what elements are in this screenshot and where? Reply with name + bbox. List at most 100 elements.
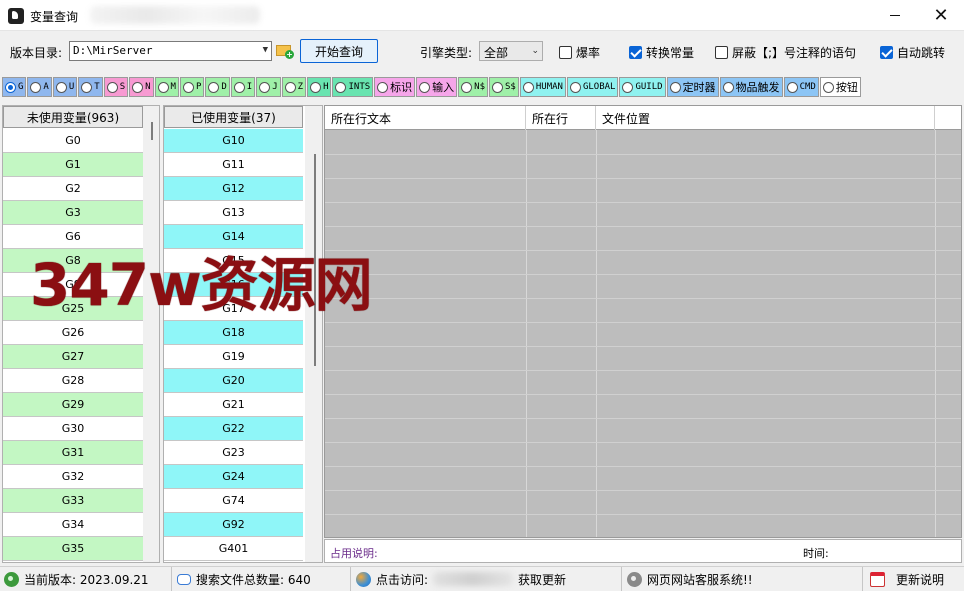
radio-indicator[interactable] [722,81,734,93]
list-item[interactable]: G1 [3,153,143,177]
engine-select[interactable]: 全部 ⌄ [479,41,543,61]
radio-ints[interactable]: INTS [332,77,374,97]
option-checkbox[interactable]: 自动跳转 [880,44,945,61]
close-button[interactable]: ✕ [918,0,964,31]
list-item[interactable]: G23 [164,441,303,465]
radio-indicator[interactable] [669,81,681,93]
visit-link[interactable]: 点击访问: 获取更新 [352,567,622,591]
list-item[interactable]: G74 [164,489,303,513]
radio-human[interactable]: HUMAN [519,77,566,97]
radio-indicator[interactable] [182,81,194,93]
radio-j[interactable]: J [256,77,281,97]
radio-option-14[interactable]: 标识 [374,77,416,97]
checkbox-checked-icon[interactable] [629,46,642,59]
radio-indicator[interactable] [55,81,67,93]
radio-u[interactable]: U [52,77,78,97]
radio-n[interactable]: N$ [458,77,489,97]
radio-indicator[interactable] [106,81,118,93]
radio-indicator[interactable] [622,81,634,93]
radio-indicator[interactable] [419,81,431,93]
option-checkbox[interactable]: 转换常量 [629,44,694,61]
option-checkbox[interactable]: 爆率 [559,44,600,61]
radio-option-22[interactable]: 物品触发 [719,77,783,97]
list-item[interactable]: G32 [3,465,143,489]
service-link[interactable]: 网页网站客服系统!! [623,567,863,591]
unused-list-header[interactable]: 未使用变量(963) [3,106,143,128]
radio-option-15[interactable]: 输入 [416,77,458,97]
radio-indicator[interactable] [377,81,389,93]
radio-g[interactable]: G [2,77,27,97]
list-item[interactable]: G12 [164,177,303,201]
radio-m[interactable]: M [154,77,179,97]
list-item[interactable]: G3 [3,201,143,225]
radio-indicator[interactable] [310,81,322,93]
list-item[interactable]: G22 [164,417,303,441]
list-item[interactable]: G18 [164,321,303,345]
radio-indicator[interactable] [822,81,834,93]
radio-indicator[interactable] [522,81,534,93]
list-item[interactable]: G34 [3,513,143,537]
list-item[interactable]: G19 [164,345,303,369]
radio-indicator[interactable] [335,81,347,93]
radio-guild[interactable]: GUILD [619,77,666,97]
list-item[interactable]: G21 [164,393,303,417]
radio-s[interactable]: S$ [489,77,519,97]
radio-indicator[interactable] [5,81,16,93]
used-list-header[interactable]: 已使用变量(37) [164,106,303,128]
radio-cmd[interactable]: CMD [783,77,819,97]
scrollbar[interactable] [143,106,159,562]
list-item[interactable]: G0 [3,129,143,153]
radio-option-21[interactable]: 定时器 [666,77,719,97]
list-item[interactable]: G28 [3,369,143,393]
radio-indicator[interactable] [492,81,504,93]
radio-d[interactable]: D [205,77,230,97]
radio-s[interactable]: S [103,77,129,97]
list-item[interactable]: G30 [3,417,143,441]
radio-n[interactable]: N [129,77,154,97]
radio-indicator[interactable] [259,81,271,93]
changelog-link[interactable]: 更新说明 [864,567,964,591]
radio-indicator[interactable] [157,81,169,93]
list-item[interactable]: G10 [164,129,303,153]
radio-z[interactable]: Z [281,77,307,97]
scrollbar-thumb[interactable] [151,122,153,140]
column-file-location[interactable]: 文件位置 [596,106,935,130]
list-item[interactable]: G27 [3,345,143,369]
list-item[interactable]: G31 [3,441,143,465]
radio-indicator[interactable] [461,81,473,93]
dir-combobox[interactable]: D:\MirServer ▼ [69,41,272,61]
chevron-down-icon[interactable]: ▼ [263,45,268,55]
radio-indicator[interactable] [30,81,42,93]
list-item[interactable]: G11 [164,153,303,177]
list-item[interactable]: G13 [164,201,303,225]
list-item[interactable]: G401 [164,537,303,561]
checkbox-unchecked-icon[interactable] [559,46,572,59]
list-item[interactable]: G33 [3,489,143,513]
list-item[interactable]: G20 [164,369,303,393]
radio-h[interactable]: H [307,77,332,97]
radio-indicator[interactable] [233,81,245,93]
radio-indicator[interactable] [208,81,220,93]
list-item[interactable]: G2 [3,177,143,201]
results-grid[interactable]: 所在行文本 所在行 文件位置 [324,105,962,538]
radio-indicator[interactable] [786,81,798,93]
list-item[interactable]: G35 [3,537,143,561]
chevron-down-icon[interactable]: ⌄ [531,46,539,56]
list-item[interactable]: G92 [164,513,303,537]
list-item[interactable]: G29 [3,393,143,417]
radio-a[interactable]: A [27,77,52,97]
column-line-text[interactable]: 所在行文本 [325,106,526,130]
radio-p[interactable]: P [179,77,205,97]
list-item[interactable]: G26 [3,321,143,345]
radio-global[interactable]: GLOBAL [566,77,619,97]
radio-indicator[interactable] [81,81,93,93]
radio-indicator[interactable] [132,81,144,93]
radio-indicator[interactable] [569,81,581,93]
checkbox-unchecked-icon[interactable] [715,46,728,59]
radio-option-24[interactable]: 按钮 [819,77,861,97]
scrollbar[interactable] [305,106,322,562]
radio-i[interactable]: I [230,77,256,97]
radio-indicator[interactable] [284,81,296,93]
radio-t[interactable]: T [78,77,103,97]
list-item[interactable]: G24 [164,465,303,489]
